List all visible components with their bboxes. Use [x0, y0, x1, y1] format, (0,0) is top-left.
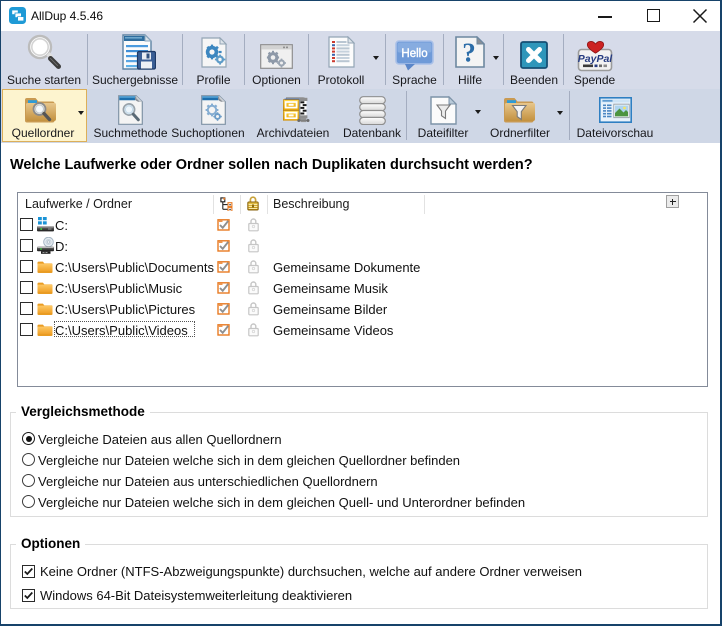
svg-text:?: ?: [462, 38, 476, 68]
svg-text:Hello: Hello: [401, 48, 427, 60]
svg-text:PayPal: PayPal: [577, 53, 612, 65]
